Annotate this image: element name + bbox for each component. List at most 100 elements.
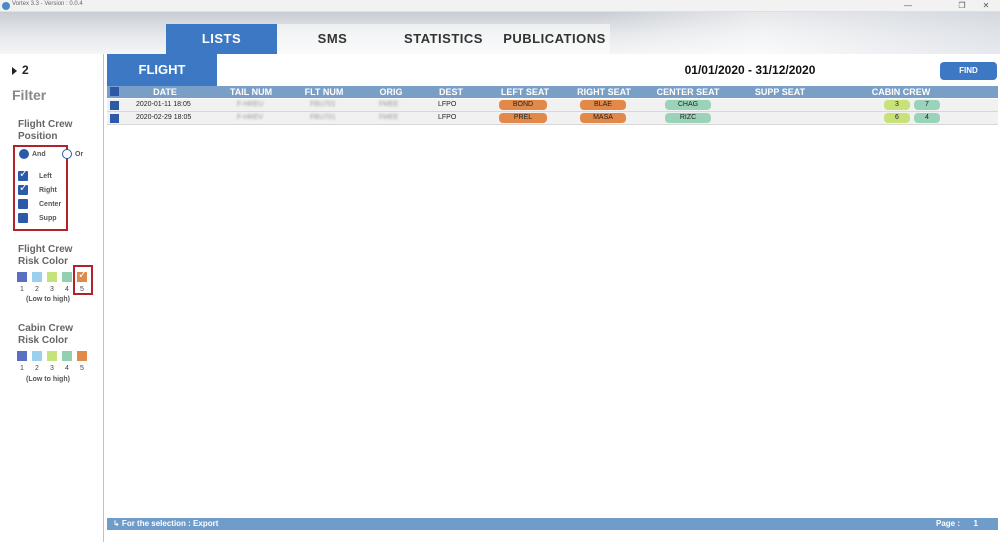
window-title: Vortex 3.3 - Version : 0.0.4 bbox=[12, 1, 83, 7]
col-cabin-crew[interactable]: CABIN CREW bbox=[863, 87, 939, 97]
flight-risk-num-2: 2 bbox=[35, 286, 39, 293]
cabin-risk-scale: (Low to high) bbox=[26, 376, 70, 383]
cabin-risk-swatch-2[interactable] bbox=[32, 351, 42, 361]
row-orig: FMEE bbox=[379, 101, 399, 108]
left-seat-checkbox[interactable]: ✓ bbox=[18, 168, 29, 181]
flight-risk-swatch-3[interactable] bbox=[47, 272, 57, 282]
col-tail-num[interactable]: TAIL NUM bbox=[219, 87, 283, 97]
left-seat-label: Left bbox=[39, 173, 52, 180]
cabin-risk-num-5: 5 bbox=[80, 365, 84, 372]
col-supp-seat[interactable]: SUPP SEAT bbox=[737, 87, 823, 97]
flight-risk-swatch-1[interactable] bbox=[17, 272, 27, 282]
flight-risk-swatch-5[interactable]: ✓ bbox=[77, 269, 88, 282]
cabin-risk-num-2: 2 bbox=[35, 365, 39, 372]
flight-risk-swatch-4[interactable] bbox=[62, 272, 72, 282]
window-titlebar: Vortex 3.3 - Version : 0.0.4 — ❐ ✕ bbox=[0, 0, 1000, 12]
right-seat-badge[interactable]: MASA bbox=[580, 113, 626, 123]
tab-lists[interactable]: LISTS bbox=[166, 24, 277, 54]
flight-risk-scale: (Low to high) bbox=[26, 296, 70, 303]
center-seat-checkbox[interactable] bbox=[18, 199, 28, 209]
checkmark-icon: ✓ bbox=[19, 182, 29, 194]
row-date: 2020-01-11 18:05 bbox=[136, 101, 191, 108]
cabin-risk-title-2: Risk Color bbox=[18, 335, 69, 346]
tab-flight[interactable]: FLIGHT bbox=[107, 54, 217, 86]
row-tail-num: F-HREV bbox=[237, 114, 264, 121]
cabin-risk-swatch-3[interactable] bbox=[47, 351, 57, 361]
flight-risk-title-1: Flight Crew bbox=[18, 244, 73, 255]
flight-risk-num-4: 4 bbox=[65, 286, 69, 293]
expand-triangle-icon bbox=[12, 66, 17, 75]
flight-risk-num-5: 5 bbox=[80, 286, 84, 293]
tab-sms[interactable]: SMS bbox=[277, 24, 388, 54]
flight-risk-num-1: 1 bbox=[20, 286, 24, 293]
center-seat-label: Center bbox=[39, 201, 62, 208]
or-radio[interactable] bbox=[62, 149, 72, 159]
crew-position-title-2: Position bbox=[18, 131, 58, 142]
and-label: And bbox=[32, 151, 46, 158]
maximize-button[interactable]: ❐ bbox=[954, 0, 970, 12]
cabin-crew-badge[interactable]: 3 bbox=[884, 100, 910, 110]
supp-seat-label: Supp bbox=[39, 215, 57, 222]
find-button[interactable]: FIND bbox=[940, 62, 997, 80]
col-date[interactable]: DATE bbox=[127, 87, 203, 97]
table-header: DATE TAIL NUM FLT NUM ORIG DEST LEFT SEA… bbox=[107, 86, 998, 98]
row-flt-num: FBU701 bbox=[310, 101, 336, 108]
row-flt-num: FBU701 bbox=[310, 114, 336, 121]
center-seat-badge[interactable]: RIZC bbox=[665, 113, 711, 123]
date-range[interactable]: 01/01/2020 - 31/12/2020 bbox=[620, 63, 880, 77]
row-checkbox[interactable] bbox=[110, 101, 119, 110]
export-selection-link[interactable]: ↳ For the selection : Export bbox=[113, 519, 218, 528]
app-logo-icon bbox=[2, 2, 10, 10]
right-seat-label: Right bbox=[39, 187, 57, 194]
row-dest: LFPO bbox=[438, 101, 457, 108]
tab-statistics[interactable]: STATISTICS bbox=[388, 24, 499, 54]
col-right-seat[interactable]: RIGHT SEAT bbox=[565, 87, 643, 97]
row-tail-num: F-HREU bbox=[237, 101, 264, 108]
checkmark-icon: ✓ bbox=[78, 269, 88, 281]
right-seat-badge[interactable]: BLAE bbox=[580, 100, 626, 110]
cabin-crew-badge[interactable]: 7 bbox=[914, 100, 940, 110]
and-radio[interactable] bbox=[19, 149, 29, 159]
flight-risk-title-2: Risk Color bbox=[18, 256, 69, 267]
cabin-risk-swatch-1[interactable] bbox=[17, 351, 27, 361]
left-seat-badge[interactable]: PREL bbox=[499, 113, 547, 123]
supp-seat-checkbox[interactable] bbox=[18, 213, 28, 223]
header-background-image bbox=[600, 12, 1000, 54]
crew-position-title-1: Flight Crew bbox=[18, 119, 73, 130]
cabin-risk-swatch-5[interactable] bbox=[77, 351, 87, 361]
cabin-risk-num-3: 3 bbox=[50, 365, 54, 372]
center-seat-badge[interactable]: CHAG bbox=[665, 100, 711, 110]
col-orig[interactable]: ORIG bbox=[367, 87, 415, 97]
page-label: Page : bbox=[935, 519, 960, 528]
flights-table: DATE TAIL NUM FLT NUM ORIG DEST LEFT SEA… bbox=[107, 86, 998, 518]
cabin-risk-num-1: 1 bbox=[20, 365, 24, 372]
col-dest[interactable]: DEST bbox=[427, 87, 475, 97]
cabin-risk-title-1: Cabin Crew bbox=[18, 323, 74, 334]
cabin-risk-swatch-4[interactable] bbox=[62, 351, 72, 361]
close-button[interactable]: ✕ bbox=[978, 0, 994, 12]
filter-title: Filter bbox=[12, 87, 47, 103]
select-all-checkbox[interactable] bbox=[110, 87, 119, 96]
flight-risk-num-3: 3 bbox=[50, 286, 54, 293]
page-number[interactable]: 1 bbox=[974, 519, 978, 528]
table-footer: ↳ For the selection : Export Page : 1 bbox=[107, 518, 998, 530]
row-dest: LFPO bbox=[438, 114, 457, 121]
flight-risk-swatch-2[interactable] bbox=[32, 272, 42, 282]
filter-panel: 2 Filter Flight Crew Position And Or ✓ L… bbox=[0, 54, 104, 542]
table-row[interactable]: 2020-01-11 18:05 F-HREU FBU701 FMEE LFPO… bbox=[107, 99, 998, 112]
checkmark-icon: ✓ bbox=[19, 168, 29, 180]
right-seat-checkbox[interactable]: ✓ bbox=[18, 182, 29, 195]
cabin-crew-badge[interactable]: 6 bbox=[884, 113, 910, 123]
col-flt-num[interactable]: FLT NUM bbox=[293, 87, 355, 97]
cabin-risk-num-4: 4 bbox=[65, 365, 69, 372]
col-left-seat[interactable]: LEFT SEAT bbox=[487, 87, 563, 97]
cabin-crew-badge[interactable]: 4 bbox=[914, 113, 940, 123]
result-count[interactable]: 2 bbox=[12, 63, 29, 77]
table-row[interactable]: 2020-02-29 18:05 F-HREV FBU701 FMEE LFPO… bbox=[107, 112, 998, 125]
tab-publications[interactable]: PUBLICATIONS bbox=[499, 24, 610, 54]
left-seat-badge[interactable]: BOND bbox=[499, 100, 547, 110]
col-center-seat[interactable]: CENTER SEAT bbox=[647, 87, 729, 97]
minimize-button[interactable]: — bbox=[900, 0, 916, 12]
header-banner: LISTS SMS STATISTICS PUBLICATIONS bbox=[0, 12, 1000, 54]
row-checkbox[interactable] bbox=[110, 114, 119, 123]
